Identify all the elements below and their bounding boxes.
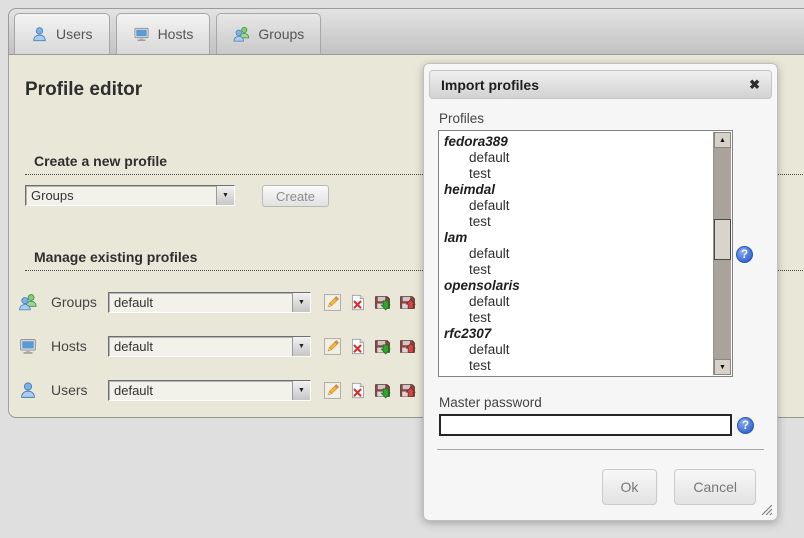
- profiles-listbox[interactable]: fedora389 default test heimdal default t…: [438, 130, 733, 377]
- manage-row-label: Hosts: [51, 338, 108, 354]
- profile-option[interactable]: test: [444, 310, 708, 326]
- page-title: Profile editor: [25, 79, 142, 101]
- chevron-down-icon[interactable]: ▼: [216, 186, 234, 205]
- profile-option[interactable]: default: [444, 342, 708, 358]
- master-password-label: Master password: [439, 395, 542, 410]
- profile-type-select-value: Groups: [26, 186, 216, 205]
- manage-row-groups: Groups default ▼: [18, 291, 420, 313]
- host-icon: [18, 337, 38, 356]
- tab-users-label: Users: [56, 26, 93, 42]
- create-button[interactable]: Create: [262, 185, 329, 207]
- delete-profile-icon[interactable]: [349, 338, 366, 355]
- import-profile-icon[interactable]: [374, 382, 391, 399]
- users-profile-select-value: default: [109, 381, 292, 400]
- profile-group-name: rfc2307: [444, 326, 708, 342]
- users-profile-select[interactable]: default ▼: [108, 380, 311, 401]
- cancel-button[interactable]: Cancel: [674, 469, 756, 505]
- groups-profile-select[interactable]: default ▼: [108, 292, 311, 313]
- profile-group-name: opensolaris: [444, 278, 708, 294]
- profile-type-select[interactable]: Groups ▼: [25, 185, 235, 206]
- profiles-label: Profiles: [439, 111, 484, 126]
- close-icon[interactable]: ✖: [749, 78, 760, 91]
- scroll-down-icon[interactable]: ▼: [714, 359, 731, 375]
- edit-profile-icon[interactable]: [324, 382, 341, 399]
- tab-hosts[interactable]: Hosts: [116, 13, 211, 54]
- profile-group-name: heimdal: [444, 182, 708, 198]
- tab-groups[interactable]: Groups: [216, 13, 321, 54]
- profile-option[interactable]: default: [444, 294, 708, 310]
- manage-row-hosts: Hosts default ▼: [18, 335, 420, 357]
- profile-group-name: lam: [444, 230, 708, 246]
- profile-option[interactable]: default: [444, 246, 708, 262]
- edit-profile-icon[interactable]: [324, 294, 341, 311]
- groups-profile-select-value: default: [109, 293, 292, 312]
- resize-handle-icon[interactable]: [759, 502, 772, 515]
- tab-strip: Users Hosts Groups: [8, 8, 804, 55]
- profile-option[interactable]: test: [444, 262, 708, 278]
- tab-list: Users Hosts Groups: [14, 13, 321, 54]
- master-password-input[interactable]: [439, 414, 732, 436]
- scroll-up-icon[interactable]: ▲: [714, 132, 731, 148]
- tab-groups-label: Groups: [258, 26, 304, 42]
- dialog-titlebar[interactable]: Import profiles ✖: [429, 70, 772, 99]
- profile-option[interactable]: default: [444, 198, 708, 214]
- groups-icon: [233, 26, 250, 43]
- tab-hosts-label: Hosts: [158, 26, 194, 42]
- delete-profile-icon[interactable]: [349, 294, 366, 311]
- import-profile-icon[interactable]: [374, 338, 391, 355]
- profile-option[interactable]: default: [444, 150, 708, 166]
- user-icon: [31, 26, 48, 43]
- scrollbar-thumb[interactable]: [714, 219, 731, 260]
- export-profile-icon[interactable]: [399, 294, 416, 311]
- chevron-down-icon[interactable]: ▼: [292, 293, 310, 312]
- host-icon: [133, 26, 150, 43]
- user-icon: [18, 381, 38, 400]
- dialog-divider: [437, 449, 764, 450]
- dialog-buttons: Ok Cancel: [602, 469, 756, 505]
- import-profiles-dialog: Import profiles ✖ Profiles fedora389 def…: [423, 63, 778, 521]
- export-profile-icon[interactable]: [399, 338, 416, 355]
- dialog-title: Import profiles: [441, 77, 749, 93]
- import-profile-icon[interactable]: [374, 294, 391, 311]
- manage-row-users: Users default ▼: [18, 379, 420, 401]
- export-profile-icon[interactable]: [399, 382, 416, 399]
- delete-profile-icon[interactable]: [349, 382, 366, 399]
- edit-profile-icon[interactable]: [324, 338, 341, 355]
- hosts-profile-select[interactable]: default ▼: [108, 336, 311, 357]
- listbox-scrollbar[interactable]: ▲ ▼: [713, 132, 731, 375]
- profile-option[interactable]: test: [444, 214, 708, 230]
- tab-users[interactable]: Users: [14, 13, 110, 54]
- hosts-profile-select-value: default: [109, 337, 292, 356]
- manage-row-label: Groups: [51, 294, 108, 310]
- create-profile-row: Groups ▼ Create: [25, 185, 329, 207]
- profile-option[interactable]: test: [444, 358, 708, 374]
- manage-row-label: Users: [51, 382, 108, 398]
- chevron-down-icon[interactable]: ▼: [292, 381, 310, 400]
- chevron-down-icon[interactable]: ▼: [292, 337, 310, 356]
- groups-icon: [18, 293, 38, 312]
- help-icon[interactable]: ?: [737, 417, 754, 434]
- profile-group-name: fedora389: [444, 134, 708, 150]
- profile-option[interactable]: test: [444, 166, 708, 182]
- help-icon[interactable]: ?: [736, 246, 753, 263]
- ok-button[interactable]: Ok: [602, 469, 658, 505]
